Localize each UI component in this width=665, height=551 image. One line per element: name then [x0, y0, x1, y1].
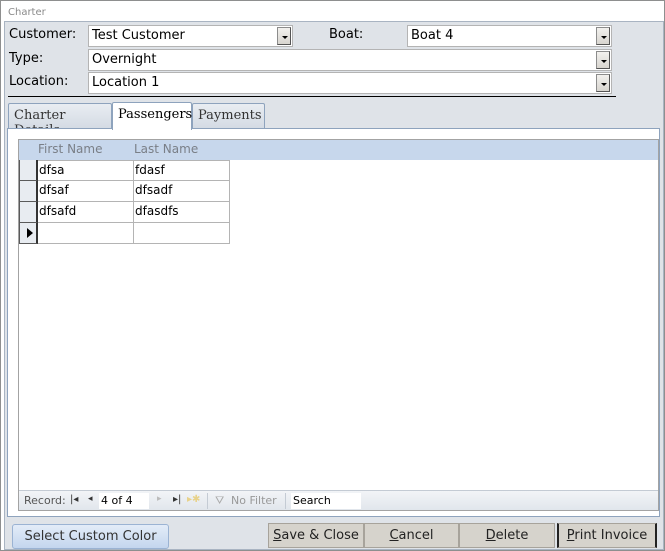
print-invoice-button[interactable]: Print Invoice: [557, 523, 657, 548]
delete-label: elete: [495, 528, 529, 543]
last-name-cell[interactable]: fdasf: [134, 160, 230, 181]
current-record-arrow-icon: [27, 228, 33, 238]
filter-icon: ⛛: [215, 494, 225, 507]
tab-payments[interactable]: Payments: [192, 103, 265, 129]
no-filter-button[interactable]: No Filter: [231, 494, 277, 507]
first-name-cell[interactable]: dfsaf: [38, 181, 134, 202]
datasheet-header: First Name Last Name: [19, 140, 658, 160]
first-record-icon[interactable]: |◂: [70, 494, 78, 505]
current-record-input[interactable]: 4 of 4: [99, 493, 149, 509]
next-record-icon[interactable]: ▸: [157, 494, 162, 504]
previous-record-icon[interactable]: ◂: [88, 494, 93, 504]
delete-mnemonic: D: [485, 528, 496, 543]
save-close-label: ave & Close: [281, 528, 359, 543]
type-value: Overnight: [92, 52, 157, 67]
last-name-cell[interactable]: [134, 223, 230, 244]
delete-button[interactable]: Delete: [459, 523, 555, 548]
location-label: Location:: [9, 74, 69, 89]
customer-label: Customer:: [9, 27, 77, 42]
cancel-button[interactable]: Cancel: [364, 523, 459, 548]
column-header-last-name[interactable]: Last Name: [134, 142, 198, 156]
location-value: Location 1: [92, 75, 160, 90]
customer-combo[interactable]: Test Customer: [88, 25, 293, 47]
charter-window: Charter Customer: Test Customer Boat: Bo…: [0, 0, 665, 551]
record-selector[interactable]: [19, 202, 38, 223]
cancel-label: ancel: [398, 528, 434, 543]
tab-passengers[interactable]: Passengers: [112, 102, 192, 130]
tab-charter-details[interactable]: Charter Details: [8, 103, 112, 138]
record-selector[interactable]: [19, 160, 38, 181]
header-separator: [8, 96, 616, 97]
record-label: Record:: [24, 494, 66, 507]
boat-combo[interactable]: Boat 4: [407, 25, 612, 47]
cancel-mnemonic: C: [389, 528, 399, 543]
boat-dropdown-button[interactable]: [596, 27, 610, 45]
location-combo[interactable]: Location 1: [88, 72, 612, 94]
search-input[interactable]: Search: [291, 493, 361, 509]
select-custom-color-button[interactable]: Select Custom Color: [12, 524, 169, 549]
navigator-divider: [285, 493, 286, 509]
first-name-cell[interactable]: dfsa: [38, 160, 134, 181]
record-selector[interactable]: [19, 181, 38, 202]
last-name-cell[interactable]: dfasdfs: [134, 202, 230, 223]
type-combo[interactable]: Overnight: [88, 49, 612, 71]
type-label: Type:: [9, 51, 44, 66]
column-header-first-name[interactable]: First Name: [38, 142, 102, 156]
save-close-button[interactable]: Save & Close: [268, 523, 364, 548]
first-name-cell[interactable]: dfsafd: [38, 202, 134, 223]
new-record-icon[interactable]: ▸✱: [187, 494, 200, 505]
customer-dropdown-button[interactable]: [277, 27, 291, 45]
passengers-tab-page: First Name Last Name dfsa fdasf dfsaf df…: [7, 128, 660, 517]
record-navigator: Record: |◂ ◂ 4 of 4 ▸ ▸| ▸✱ ⛛ No Filter …: [19, 490, 658, 510]
type-dropdown-button[interactable]: [596, 51, 610, 69]
boat-value: Boat 4: [411, 28, 454, 43]
passengers-datasheet: First Name Last Name dfsa fdasf dfsaf df…: [18, 139, 659, 511]
navigator-divider: [207, 493, 208, 509]
window-title: Charter: [8, 7, 46, 18]
last-name-cell[interactable]: dfsadf: [134, 181, 230, 202]
location-dropdown-button[interactable]: [596, 74, 610, 92]
charter-form: Customer: Test Customer Boat: Boat 4 Typ…: [4, 21, 664, 550]
last-record-icon[interactable]: ▸|: [173, 494, 181, 505]
first-name-cell[interactable]: [38, 223, 134, 244]
print-invoice-label: rint Invoice: [574, 528, 648, 543]
customer-value: Test Customer: [92, 28, 185, 43]
record-selector-current[interactable]: [19, 223, 38, 244]
boat-label: Boat:: [329, 27, 364, 42]
